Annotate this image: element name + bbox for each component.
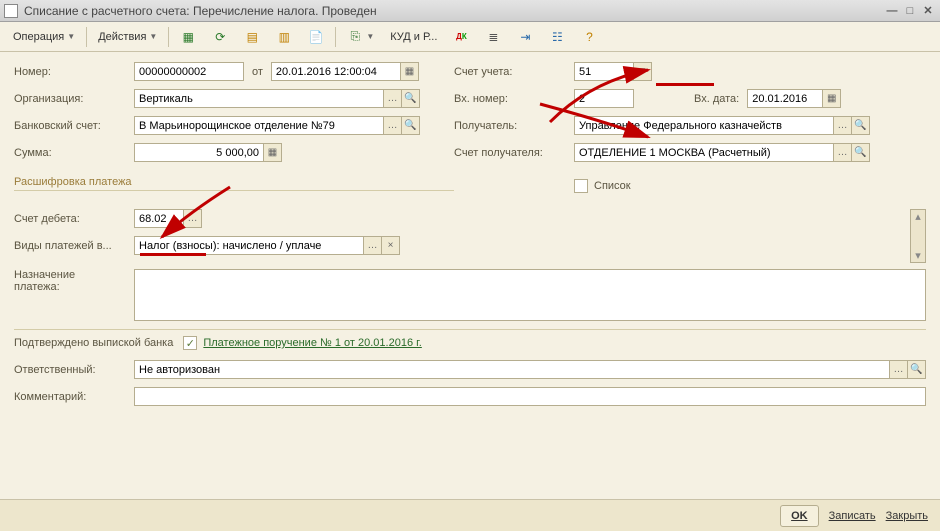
window-title: Списание с расчетного счета: Перечислени… — [24, 4, 882, 18]
label-responsible: Ответственный: — [14, 364, 134, 376]
sum-value: 5 000,00 — [216, 147, 259, 159]
kud-button[interactable]: КУД и Р... — [383, 26, 444, 48]
org-value: Вертикаль — [139, 93, 193, 105]
minimize-button[interactable]: — — [884, 4, 900, 18]
in-date-calendar-icon[interactable]: ▦ — [823, 89, 841, 108]
tool-icon-4[interactable]: ▥ — [269, 26, 299, 48]
rec-account-search-icon[interactable]: 🔍 — [852, 143, 870, 162]
label-list: Список — [594, 180, 631, 192]
paytype-clear-icon[interactable]: × — [382, 236, 400, 255]
label-org: Организация: — [14, 93, 134, 105]
form-body: Номер: 00000000002 от 20.01.2016 12:00:0… — [0, 52, 940, 424]
paytype-select-icon[interactable]: … — [364, 236, 382, 255]
label-purpose: Назначение платежа: — [14, 269, 134, 293]
debit-input[interactable]: 68.02 — [134, 209, 184, 228]
actions-label: Действия — [98, 31, 146, 43]
in-number-input[interactable]: 2 — [574, 89, 634, 108]
in-number-value: 2 — [579, 93, 585, 105]
org-search-icon[interactable]: 🔍 — [402, 89, 420, 108]
help-button[interactable]: ? — [574, 26, 604, 48]
tool-icon-9[interactable]: ☷ — [542, 26, 572, 48]
bank-select-icon[interactable]: … — [384, 116, 402, 135]
label-sum: Сумма: — [14, 147, 134, 159]
tool-icon-1[interactable]: ▦ — [173, 26, 203, 48]
paytype-value: Налог (взносы): начислено / уплаче — [139, 240, 321, 252]
tool-icon-3[interactable]: ▤ — [237, 26, 267, 48]
label-debit: Счет дебета: — [14, 213, 134, 225]
label-from: от — [252, 66, 263, 78]
recipient-input[interactable]: Управление Федерального казначейств — [574, 116, 834, 135]
tool-icon-7[interactable]: ≣ — [478, 26, 508, 48]
responsible-input[interactable]: Не авторизован — [134, 360, 890, 379]
account-value: 51 — [579, 66, 591, 78]
label-in-date: Вх. дата: — [694, 93, 739, 105]
label-recipient: Получатель: — [454, 120, 574, 132]
tool-icon-8[interactable]: ⇥ — [510, 26, 540, 48]
label-paytype: Виды платежей в... — [14, 240, 134, 252]
tool-icon-dk[interactable]: ДК — [446, 26, 476, 48]
tool-icon-6[interactable]: ⎘▼ — [340, 26, 381, 48]
close-window-button[interactable]: ✕ — [920, 4, 936, 18]
number-input[interactable]: 00000000002 — [134, 62, 244, 81]
save-button[interactable]: Записать — [829, 510, 876, 522]
label-bank: Банковский счет: — [14, 120, 134, 132]
window-icon — [4, 4, 18, 18]
sum-input[interactable]: 5 000,00 — [134, 143, 264, 162]
rec-account-select-icon[interactable]: … — [834, 143, 852, 162]
label-confirmed: Подтверждено выпиской банка — [14, 337, 173, 349]
ok-button[interactable]: OK — [780, 505, 819, 527]
in-date-input[interactable]: 20.01.2016 — [747, 89, 823, 108]
number-value: 00000000002 — [139, 66, 206, 78]
kud-label: КУД и Р... — [390, 31, 437, 43]
date-input[interactable]: 20.01.2016 12:00:04 — [271, 62, 401, 81]
close-button[interactable]: Закрыть — [886, 510, 928, 522]
rec-account-value: ОТДЕЛЕНИЕ 1 МОСКВА (Расчетный) — [579, 147, 771, 159]
bank-input[interactable]: В Марьинорощинское отделение №79 — [134, 116, 384, 135]
account-input[interactable]: 51 — [574, 62, 634, 81]
highlight-debit — [140, 253, 206, 256]
calculator-icon[interactable]: ▦ — [264, 143, 282, 162]
calendar-icon[interactable]: ▦ — [401, 62, 419, 81]
confirmed-checkbox[interactable]: ✓ — [183, 336, 197, 350]
responsible-value: Не авторизован — [139, 364, 220, 376]
responsible-select-icon[interactable]: … — [890, 360, 908, 379]
debit-select-icon[interactable]: … — [184, 209, 202, 228]
recipient-select-icon[interactable]: … — [834, 116, 852, 135]
payment-order-link[interactable]: Платежное поручение № 1 от 20.01.2016 г. — [203, 337, 421, 349]
scrollbar[interactable]: ▴▾ — [910, 209, 926, 263]
purpose-textarea[interactable] — [134, 269, 926, 321]
label-account: Счет учета: — [454, 66, 574, 78]
label-in-number: Вх. номер: — [454, 93, 574, 105]
footer: OK Записать Закрыть — [0, 499, 940, 531]
tool-icon-2[interactable]: ⟳ — [205, 26, 235, 48]
org-select-icon[interactable]: … — [384, 89, 402, 108]
label-rec-account: Счет получателя: — [454, 147, 574, 159]
titlebar: Списание с расчетного счета: Перечислени… — [0, 0, 940, 22]
operation-menu[interactable]: Операция▼ — [6, 26, 82, 48]
actions-menu[interactable]: Действия▼ — [91, 26, 164, 48]
date-value: 20.01.2016 12:00:04 — [276, 66, 377, 78]
label-comment: Комментарий: — [14, 391, 134, 403]
section-title: Расшифровка платежа — [14, 176, 454, 191]
operation-label: Операция — [13, 31, 64, 43]
account-dropdown-icon[interactable]: ▼ — [634, 62, 652, 81]
org-input[interactable]: Вертикаль — [134, 89, 384, 108]
rec-account-input[interactable]: ОТДЕЛЕНИЕ 1 МОСКВА (Расчетный) — [574, 143, 834, 162]
recipient-search-icon[interactable]: 🔍 — [852, 116, 870, 135]
responsible-search-icon[interactable]: 🔍 — [908, 360, 926, 379]
maximize-button[interactable]: □ — [902, 4, 918, 18]
debit-value: 68.02 — [139, 213, 167, 225]
highlight-account — [656, 83, 714, 86]
tool-icon-5[interactable]: 📄 — [301, 26, 331, 48]
toolbar: Операция▼ Действия▼ ▦ ⟳ ▤ ▥ 📄 ⎘▼ КУД и Р… — [0, 22, 940, 52]
bank-value: В Марьинорощинское отделение №79 — [139, 120, 335, 132]
comment-input[interactable] — [134, 387, 926, 406]
list-checkbox[interactable]: ✓ — [574, 179, 588, 193]
in-date-value: 20.01.2016 — [752, 93, 807, 105]
bank-search-icon[interactable]: 🔍 — [402, 116, 420, 135]
label-number: Номер: — [14, 66, 134, 78]
recipient-value: Управление Федерального казначейств — [579, 120, 782, 132]
